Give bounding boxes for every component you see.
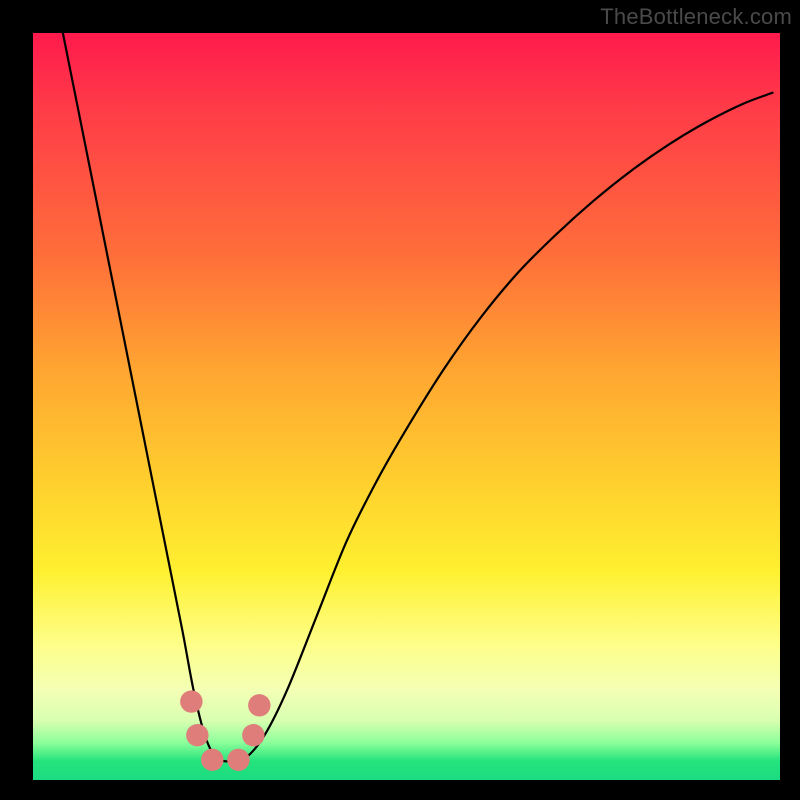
marker-trough-right — [227, 749, 249, 771]
plot-area — [33, 33, 780, 780]
marker-right-shoulder-bot — [242, 724, 264, 746]
bottleneck-curve — [63, 33, 773, 761]
marker-left-shoulder-bot — [186, 724, 208, 746]
marker-right-shoulder-top — [248, 694, 270, 716]
bottleneck-curve-svg — [33, 33, 780, 780]
chart-frame: TheBottleneck.com — [0, 0, 800, 800]
curve-markers — [180, 690, 270, 771]
marker-left-shoulder-top — [180, 690, 202, 712]
marker-trough-left — [201, 749, 223, 771]
watermark-text: TheBottleneck.com — [600, 4, 792, 30]
